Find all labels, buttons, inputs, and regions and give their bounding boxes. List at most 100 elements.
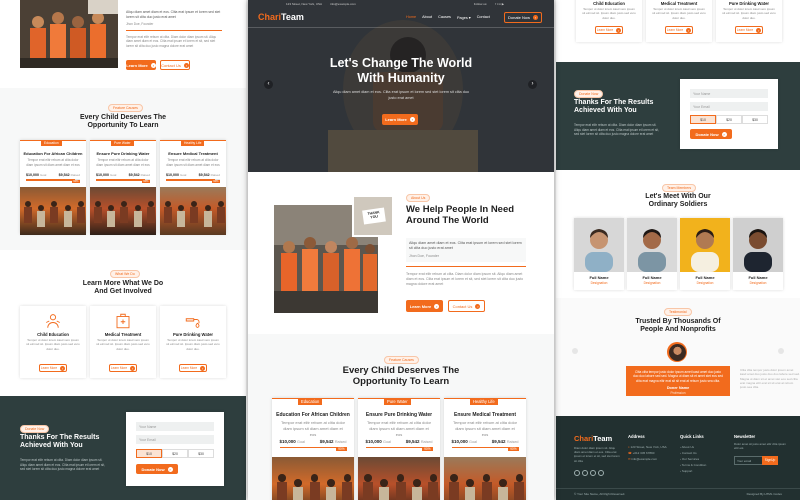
service-card: Child Education Tempor ut dolor lorem kas… <box>20 306 86 378</box>
service-text: Tempor ut dolor lorem kasd vero ipsum si… <box>166 338 220 351</box>
testimonial-side-text: Clita clita tempor justo dolor ipsum ame… <box>740 368 800 390</box>
team-member-role: Designation <box>696 281 714 285</box>
service-text: Tempor ut dolor lorem kasd vero ipsum si… <box>26 338 80 351</box>
thank-you-card: THANK YOU <box>362 207 386 225</box>
cause-title: Ensure Medical Treatment <box>454 411 516 418</box>
donate-title-right: Thanks For The Results Achieved With You <box>574 99 654 115</box>
cause-tag: Pure Water <box>384 397 411 405</box>
newsletter-input[interactable]: Your email <box>734 456 764 465</box>
amount-20-option-right[interactable]: $20 <box>716 115 742 124</box>
team-member-name: Full Name <box>642 275 662 280</box>
cause-progress-fill <box>96 179 145 181</box>
footer-newsletter-title: Newsletter <box>734 434 756 439</box>
about-quote-text: Aliqu diam amet diam et eos. Clita erat … <box>409 241 522 251</box>
cause-text: Tempor erat elitr rebum at clita dolor d… <box>452 420 518 437</box>
cause-progress-percent: 90% <box>141 179 150 183</box>
about-quote-box: Aliqu diam amet diam et eos. Clita erat … <box>126 10 222 48</box>
cause-goal: $10,000 Goal <box>365 439 391 444</box>
doner-avatar <box>667 342 687 362</box>
cause-raised: $9,542 Raised <box>405 439 433 444</box>
brand-logo[interactable]: ChariTeam <box>258 12 304 22</box>
follow-text: Follow us: <box>473 2 488 6</box>
signup-button[interactable]: SignUp <box>762 456 778 465</box>
youtube-icon[interactable] <box>590 470 596 476</box>
cause-progress-fill <box>26 179 75 181</box>
about-learn-more-button[interactable]: Learn More › <box>406 300 443 312</box>
about-quote: Aliqu diam amet diam et eos. Clita erat … <box>126 10 221 19</box>
cause-title: Ensure Medical Treatment <box>168 151 218 156</box>
footer-logo: ChariTeam <box>574 434 613 443</box>
testimonial-pill: Testimonial <box>664 308 692 316</box>
hero-learn-more-button[interactable]: Learn More › <box>382 114 418 125</box>
team-member-photo <box>733 218 783 272</box>
cause-raised: $9,542 Raised <box>128 173 150 177</box>
hero-text: Aliqu diam amet diam et eos. Clita erat … <box>332 90 470 100</box>
cause-text: Tempor erat elitr rebum at clita dolor d… <box>96 158 150 167</box>
nav-item-causes[interactable]: Causes <box>438 15 451 20</box>
about-text: Tempor erat elitr rebum at clita. Diam d… <box>126 34 217 48</box>
cause-card: Education Education For African Children T… <box>272 397 354 500</box>
service-title: Pure Drinking Water <box>172 332 214 337</box>
cause-goal: $10,000 Goal <box>279 439 305 444</box>
carousel-next-button[interactable]: › <box>528 80 537 89</box>
nav-item-home[interactable]: Home <box>406 15 416 20</box>
cause-progress-fill <box>166 179 215 181</box>
service-card: Pure Drinking Water Tempor ut dolor lorem… <box>160 306 226 378</box>
footer-links-title: Quick Links <box>680 434 704 439</box>
service-learn-more-button[interactable]: Learn More › <box>39 364 67 372</box>
cause-photo <box>358 456 440 500</box>
amount-10-option-right[interactable]: $10 <box>690 115 716 124</box>
twitter-icon[interactable] <box>574 470 580 476</box>
name-field[interactable]: Your Name <box>136 422 214 431</box>
learn-more-button[interactable]: Learn More › <box>126 60 156 70</box>
cause-progress-percent: 90% <box>211 179 220 183</box>
amount-30-option[interactable]: $30 <box>188 449 214 458</box>
footer-links: › About Us › Contact Us › Our Services ›… <box>680 444 706 474</box>
donate-title: Thanks For The Results Achieved With You <box>20 434 100 450</box>
linkedin-icon[interactable] <box>598 470 604 476</box>
nav-item-contact[interactable]: Contact <box>477 15 490 20</box>
cause-progress-percent: 90% <box>508 447 519 452</box>
service-learn-more-button[interactable]: Learn More › <box>179 364 207 372</box>
social-icons[interactable]: f t in ▶ <box>495 2 504 6</box>
donate-now-button-right[interactable]: Donate Now › <box>690 129 732 139</box>
service-learn-more-button[interactable]: Learn More › <box>595 26 623 34</box>
service-learn-more-button[interactable]: Learn More › <box>665 26 693 34</box>
service-title: Medical Treatment <box>660 1 698 6</box>
cause-tag: Healthy Life <box>181 140 205 146</box>
amount-20-option[interactable]: $20 <box>162 449 188 458</box>
amount-30-option-right[interactable]: $30 <box>742 115 768 124</box>
email-field[interactable]: Your Email <box>136 435 214 444</box>
email-field-right[interactable]: Your Email <box>690 102 768 111</box>
team-member-card: Full Name Designation <box>627 218 677 290</box>
donate-pill: Donate Now <box>20 425 50 433</box>
facebook-icon[interactable] <box>582 470 588 476</box>
testimonial-next-icon[interactable] <box>778 348 784 354</box>
thank-you-hand-photo: THANK YOU <box>352 195 394 237</box>
testimonial-prev-icon[interactable] <box>572 348 578 354</box>
footer-link-support[interactable]: › Support <box>680 468 706 474</box>
cause-text: Tempor erat elitr rebum at clita dolor d… <box>280 420 346 437</box>
donate-now-button[interactable]: Donate Now › <box>136 464 178 474</box>
nav-menu: Home About Causes Pages ▾ Contact <box>406 15 490 20</box>
amount-10-option[interactable]: $10 <box>136 449 162 458</box>
team-member-name: Full Name <box>748 275 768 280</box>
services-title: Learn More What We Do And Get Involved <box>82 280 164 296</box>
service-learn-more-button[interactable]: Learn More › <box>109 364 137 372</box>
causes-title-main: Every Child Deserves The Opportunity To L… <box>342 365 460 387</box>
cause-tag: Healthy Life <box>470 397 498 405</box>
nav-item-about[interactable]: About <box>422 15 432 20</box>
nav-item-pages[interactable]: Pages ▾ <box>457 15 471 20</box>
contact-us-button[interactable]: Contact Us › <box>160 60 190 70</box>
donate-now-nav-button[interactable]: Donate Now › <box>504 12 542 23</box>
carousel-prev-button[interactable]: ‹ <box>264 80 273 89</box>
service-text: Tempor ut dolor lorem kasd vero ipsum si… <box>96 338 150 351</box>
name-field-right[interactable]: Your Name <box>690 89 768 98</box>
services-pill: What We Do <box>110 270 140 278</box>
footer-newsletter-text: Dolor amet sit justo amet elitr clita ip… <box>734 442 786 451</box>
service-text: Tempor ut dolor lorem kasd vero ipsum si… <box>582 7 636 20</box>
about-contact-us-button[interactable]: Contact Us › <box>448 300 485 312</box>
cause-tag: Education <box>298 397 323 405</box>
copyright-text: © Your Site Name, All Right Reserved. <box>574 492 626 496</box>
service-learn-more-button[interactable]: Learn More › <box>735 26 763 34</box>
